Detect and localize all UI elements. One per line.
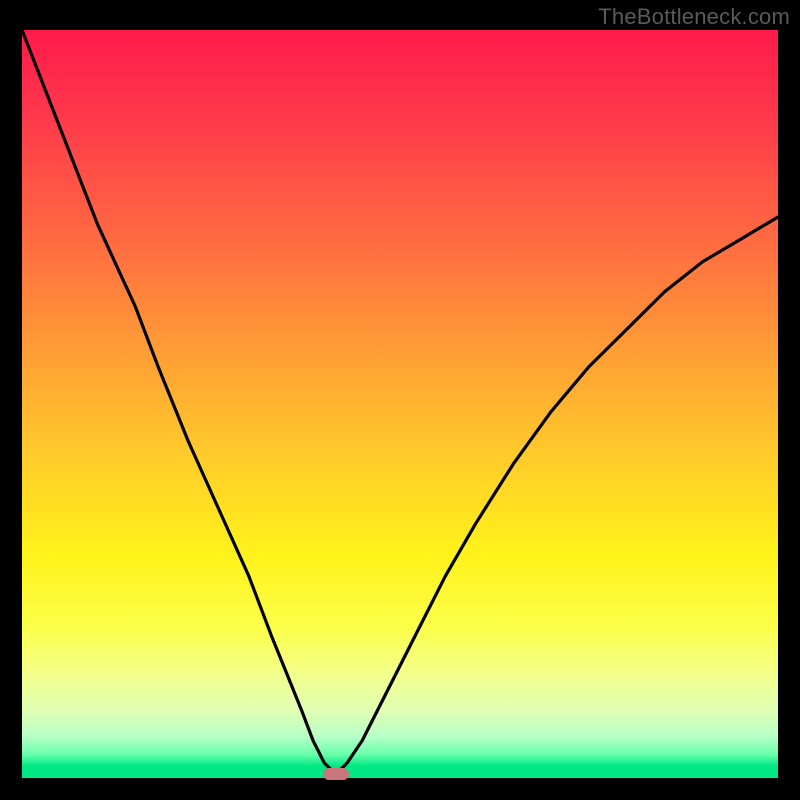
minimum-marker [323,768,349,780]
chart-figure: TheBottleneck.com [0,0,800,800]
watermark-text: TheBottleneck.com [598,4,790,30]
plot-area [22,30,778,778]
bottleneck-curve [22,30,778,778]
